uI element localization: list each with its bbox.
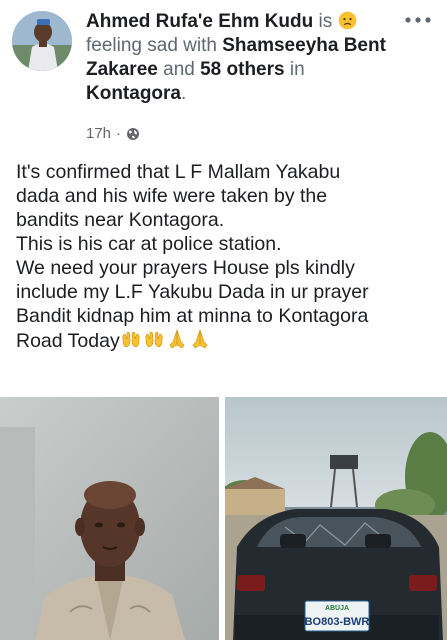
in-word: in bbox=[289, 59, 305, 80]
open-hands-icon bbox=[122, 331, 140, 348]
avatar-photo bbox=[12, 11, 72, 71]
and-word: and bbox=[163, 59, 195, 80]
car-image: ABUJA BO803-BWR bbox=[225, 397, 447, 640]
man-portrait-image bbox=[0, 397, 219, 640]
praying-hands-icon bbox=[192, 329, 208, 349]
separator: · bbox=[116, 125, 122, 142]
post-line: Road Today bbox=[16, 330, 120, 352]
sad-face-icon bbox=[338, 11, 356, 30]
post-line: This is his car at police station. bbox=[16, 233, 282, 255]
author-avatar[interactable] bbox=[12, 11, 72, 71]
author-name[interactable]: Ahmed Rufa'e Ehm Kudu bbox=[86, 11, 313, 32]
photo-car[interactable]: ABUJA BO803-BWR bbox=[225, 397, 447, 640]
post-meta: 17h · bbox=[86, 125, 140, 142]
photo-man-portrait[interactable] bbox=[0, 397, 219, 640]
timestamp[interactable]: 17h bbox=[86, 125, 111, 142]
globe-icon[interactable] bbox=[126, 127, 140, 141]
feeling-text: feeling sad with bbox=[86, 35, 217, 56]
others-link[interactable]: 58 others bbox=[200, 59, 284, 80]
emoji-group bbox=[120, 328, 211, 350]
facebook-post: Ahmed Rufa'e Ehm Kudu is feeling sad wit… bbox=[0, 0, 447, 640]
post-header: Ahmed Rufa'e Ehm Kudu is feeling sad wit… bbox=[86, 10, 402, 106]
more-dots-icon[interactable] bbox=[403, 14, 433, 26]
post-line: Bandit kidnap him at minna to Kontagora bbox=[16, 305, 369, 327]
post-line-last: Road Today bbox=[16, 328, 441, 353]
praying-hands-icon bbox=[169, 329, 185, 349]
location-link[interactable]: Kontagora bbox=[86, 83, 181, 104]
plate-number: BO803-BWR bbox=[305, 616, 370, 628]
post-line: It's confirmed that L F Mallam Yakabu bbox=[16, 161, 341, 183]
plate-state: ABUJA bbox=[325, 605, 349, 612]
post-line: bandits near Kontagora. bbox=[16, 209, 225, 231]
post-line: dada and his wife were taken by the bbox=[16, 185, 328, 207]
post-line: We need your prayers House pls kindly bbox=[16, 257, 355, 279]
is-word: is bbox=[318, 11, 333, 32]
post-line: include my L.F Yakubu Dada in ur prayer bbox=[16, 281, 369, 303]
open-hands-icon bbox=[145, 331, 163, 348]
post-text: It's confirmed that L F Mallam Yakabu da… bbox=[16, 160, 441, 353]
period: . bbox=[181, 83, 187, 104]
